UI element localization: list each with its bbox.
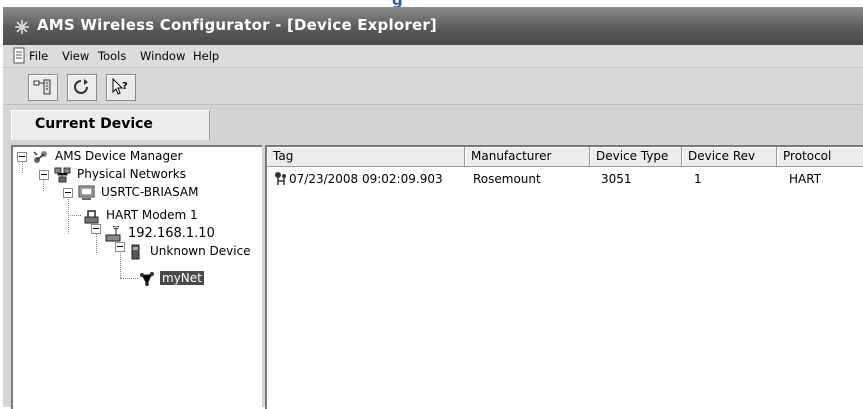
column-header-tag[interactable]: Tag [267, 147, 465, 167]
wireless-gateway-icon [105, 226, 121, 242]
hart-modem-icon [84, 210, 99, 224]
svg-text:?: ? [122, 81, 128, 92]
menu-bar: File View Tools Window Help [3, 45, 863, 68]
menu-file[interactable]: File [29, 49, 48, 63]
menu-window[interactable]: Window [140, 49, 185, 63]
cell-device-type: 3051 [601, 172, 632, 186]
device-icon [131, 244, 140, 260]
help-pointer-icon: ? [112, 78, 128, 95]
tree-node-label: Physical Networks [77, 167, 186, 181]
physical-networks-icon [54, 167, 71, 183]
computer-icon [78, 185, 95, 200]
window-menu-icon[interactable] [9, 47, 29, 65]
menu-view[interactable]: View [62, 49, 89, 63]
cell-tag: 07/23/2008 09:02:09.903 [289, 172, 443, 186]
tree-node-label: Unknown Device [150, 244, 251, 258]
collapse-toggle[interactable] [115, 242, 125, 252]
column-header-manufacturer[interactable]: Manufacturer [465, 147, 590, 167]
wireless-network-icon [140, 272, 154, 286]
collapse-toggle[interactable] [39, 170, 49, 180]
cell-device-rev: 1 [694, 172, 702, 186]
tree-node-label: myNet [160, 271, 204, 285]
app-icon [15, 20, 29, 34]
menu-tools[interactable]: Tools [98, 49, 126, 63]
explorer-area: AMS Device Manager Physical Networks USR… [3, 140, 863, 409]
column-header-row: Tag Manufacturer Device Type Device Rev … [267, 147, 863, 167]
clipped-heading: g [0, 0, 863, 7]
collapse-toggle[interactable] [17, 152, 27, 162]
tree-node-label: HART Modem 1 [106, 208, 198, 222]
network-button[interactable] [28, 74, 58, 101]
current-device-label: Current Device [35, 116, 153, 132]
current-device-bar: Current Device [3, 105, 863, 140]
ams-device-manager-icon [33, 151, 47, 163]
tree-node-label: AMS Device Manager [55, 149, 183, 163]
device-tag-icon [275, 172, 286, 185]
toolbar: ? [3, 68, 863, 105]
device-tree-pane[interactable]: AMS Device Manager Physical Networks USR… [11, 145, 262, 409]
tree-node-label: 192.168.1.10 [128, 226, 215, 241]
column-header-device-type[interactable]: Device Type [590, 147, 682, 167]
refresh-button[interactable] [67, 74, 97, 101]
collapse-toggle[interactable] [91, 224, 101, 234]
column-header-protocol[interactable]: Protocol [777, 147, 863, 167]
network-icon [33, 79, 51, 95]
menu-help[interactable]: Help [193, 49, 219, 63]
current-device-tab[interactable]: Current Device [11, 110, 210, 140]
help-pointer-button[interactable]: ? [106, 74, 136, 101]
device-list-pane[interactable]: Tag Manufacturer Device Type Device Rev … [265, 145, 863, 409]
cell-protocol: HART [789, 172, 822, 186]
cell-manufacturer: Rosemount [473, 172, 541, 186]
tree-node-label: USRTC-BRIASAM [101, 185, 199, 199]
title-bar: AMS Wireless Configurator - [Device Expl… [3, 7, 863, 45]
refresh-icon [74, 79, 88, 94]
column-header-device-rev[interactable]: Device Rev [682, 147, 777, 167]
collapse-toggle[interactable] [63, 188, 73, 198]
window-title: AMS Wireless Configurator - [Device Expl… [37, 16, 437, 34]
